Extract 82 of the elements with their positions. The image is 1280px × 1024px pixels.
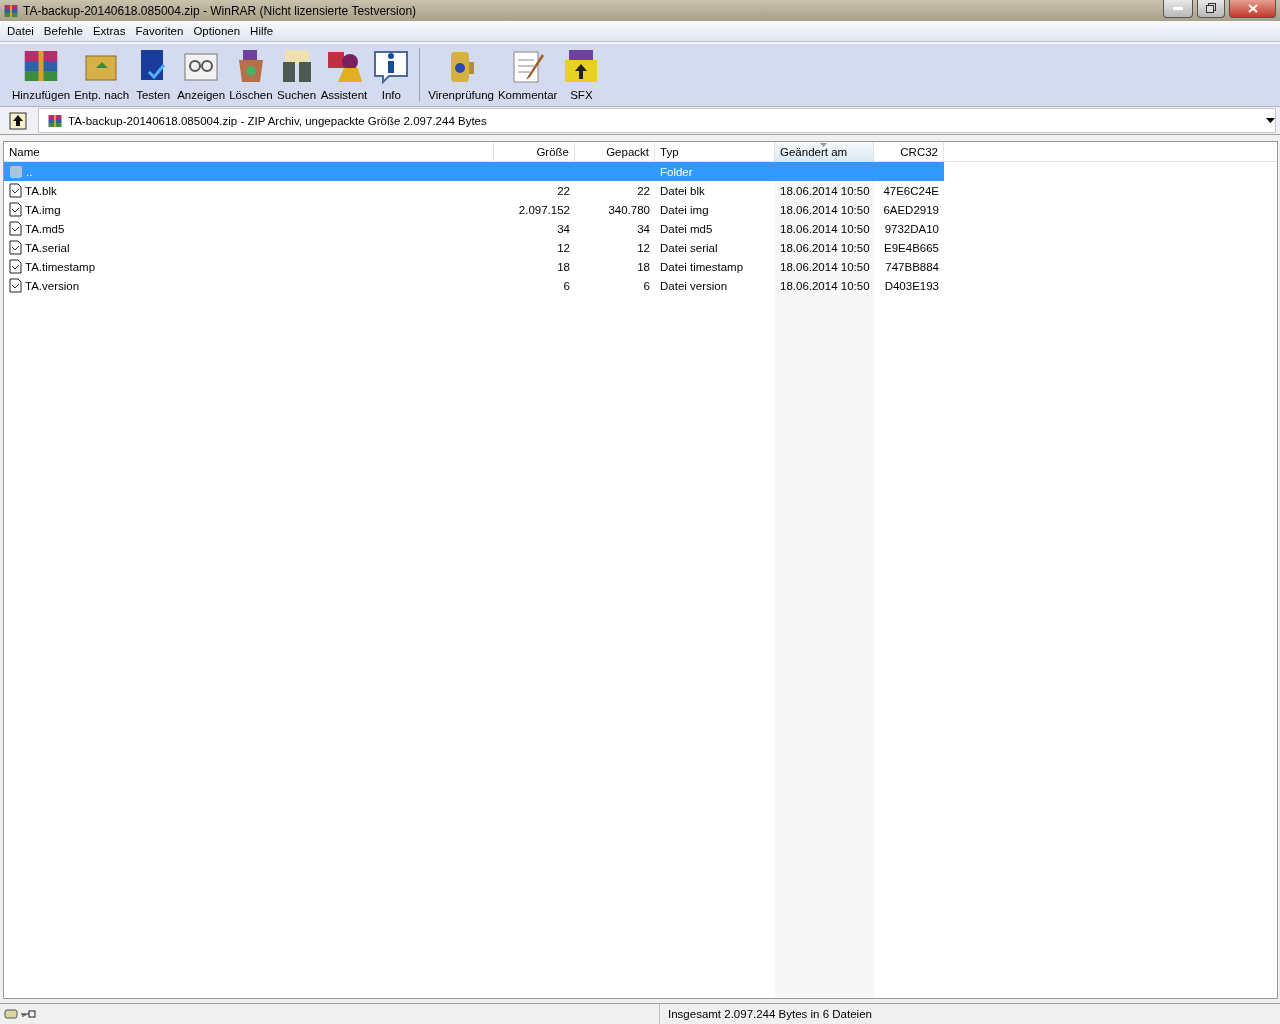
table-cell-text: 22 — [556, 183, 571, 199]
column-header[interactable]: Geändert am — [775, 142, 874, 162]
table-cell-text: Datei version — [659, 278, 729, 294]
table-cell: 18.06.2014 10:50 — [775, 200, 874, 219]
table-cell: 18.06.2014 10:50 — [775, 276, 874, 295]
menu-item[interactable]: Befehle — [38, 25, 88, 37]
table-cell-text: 9732DA10 — [883, 221, 940, 237]
toolbar-button[interactable]: Anzeigen — [175, 44, 228, 106]
dropdown-arrow-icon — [1266, 118, 1275, 123]
table-cell-text: Datei blk — [659, 183, 706, 199]
table-cell-text: D403E193 — [883, 278, 940, 294]
restore-button[interactable] — [1197, 0, 1225, 18]
app-icon — [3, 2, 19, 19]
file-icon — [9, 221, 22, 236]
menu-item[interactable]: Hilfe — [245, 25, 279, 37]
toolbar-button[interactable]: Info — [369, 44, 414, 106]
status-text: Insgesamt 2.097.244 Bytes in 6 Dateien — [667, 1008, 872, 1020]
table-cell: 18.06.2014 10:50 — [775, 238, 874, 257]
file-name[interactable]: TA.timestamp — [4, 257, 494, 276]
restore-icon — [1206, 3, 1216, 13]
table-cell-text: 34 — [636, 221, 651, 237]
menu-item[interactable]: Optionen — [188, 25, 246, 37]
table-cell-text: 747BB884 — [884, 259, 940, 275]
table-cell-text: 22 — [636, 183, 651, 199]
file-name[interactable]: TA.blk — [4, 181, 494, 200]
close-button[interactable] — [1229, 0, 1276, 18]
table-cell-text: 340.780 — [607, 202, 651, 218]
table-cell-text: 6 — [562, 278, 571, 294]
file-icon — [9, 240, 22, 255]
toolbar-button[interactable]: Hinzufügen — [10, 44, 73, 106]
column-header[interactable]: Name — [4, 142, 494, 162]
table-cell-text: 6AED2919 — [882, 202, 940, 218]
drive-icon — [4, 1009, 18, 1019]
table-cell-text: E9E4B665 — [883, 240, 940, 256]
menu-item[interactable]: Extras — [87, 25, 131, 37]
toolbar-button[interactable]: Virenprüfung — [426, 44, 496, 106]
table-cell-text: Datei img — [659, 202, 710, 218]
folder-icon — [9, 164, 23, 179]
table-cell-text: 47E6C24E — [882, 183, 940, 199]
toolbar-button[interactable]: Löschen — [227, 44, 275, 106]
table-cell-text: 18 — [556, 259, 571, 275]
table-cell-text: 34 — [556, 221, 571, 237]
column-header[interactable]: Größe — [494, 142, 575, 162]
file-name[interactable]: TA.md5 — [4, 219, 494, 238]
archive-icon — [47, 112, 63, 129]
table-cell-text: 12 — [636, 240, 651, 256]
file-name[interactable]: TA.img — [4, 200, 494, 219]
file-name[interactable]: TA.version — [4, 276, 494, 295]
file-icon — [9, 183, 22, 198]
menu-item[interactable]: Favoriten — [130, 25, 189, 37]
table-cell-text: Datei serial — [659, 240, 719, 256]
column-header[interactable]: Typ — [655, 142, 775, 162]
toolbar-button[interactable]: Entp. nach — [72, 44, 132, 106]
menu-item[interactable]: Datei — [2, 25, 39, 37]
table-cell-text: 18 — [636, 259, 651, 275]
toolbar-button[interactable]: Suchen — [274, 44, 319, 106]
table-cell: 18.06.2014 10:50 — [775, 181, 874, 200]
toolbar-button[interactable]: SFX — [559, 44, 604, 106]
column-header[interactable]: CRC32 — [874, 142, 944, 162]
minimize-icon — [1173, 6, 1183, 10]
window-title: TA-backup-20140618.085004.zip - WinRAR (Nicht lizensierte Testversion) — [23, 3, 418, 18]
table-cell: 18.06.2014 10:50 — [775, 219, 874, 238]
path-dropdown[interactable]: TA-backup-20140618.085004.zip - ZIP Archiv, ungepackte Größe 2.097.244 Bytes — [38, 108, 1276, 133]
table-cell-text: Datei timestamp — [659, 259, 745, 275]
column-header[interactable]: Gepackt — [575, 142, 655, 162]
file-icon — [9, 278, 22, 293]
table-cell — [874, 162, 944, 181]
key-icon — [20, 1010, 36, 1018]
table-cell-text: 2.097.152 — [517, 202, 571, 218]
table-cell-text: Datei md5 — [659, 221, 714, 237]
table-cell: 18.06.2014 10:50 — [775, 257, 874, 276]
table-cell-text: 6 — [642, 278, 651, 294]
table-cell: Folder — [655, 162, 775, 181]
toolbar-button[interactable]: Assistent — [318, 44, 370, 106]
table-cell-text: 12 — [556, 240, 571, 256]
minimize-button[interactable] — [1163, 0, 1193, 18]
close-icon — [1247, 3, 1258, 13]
file-icon — [9, 202, 22, 217]
toolbar-button[interactable]: Kommentar — [495, 44, 560, 106]
file-name[interactable]: TA.serial — [4, 238, 494, 257]
file-icon — [9, 259, 22, 274]
toolbar-button[interactable]: Testen — [131, 44, 176, 106]
